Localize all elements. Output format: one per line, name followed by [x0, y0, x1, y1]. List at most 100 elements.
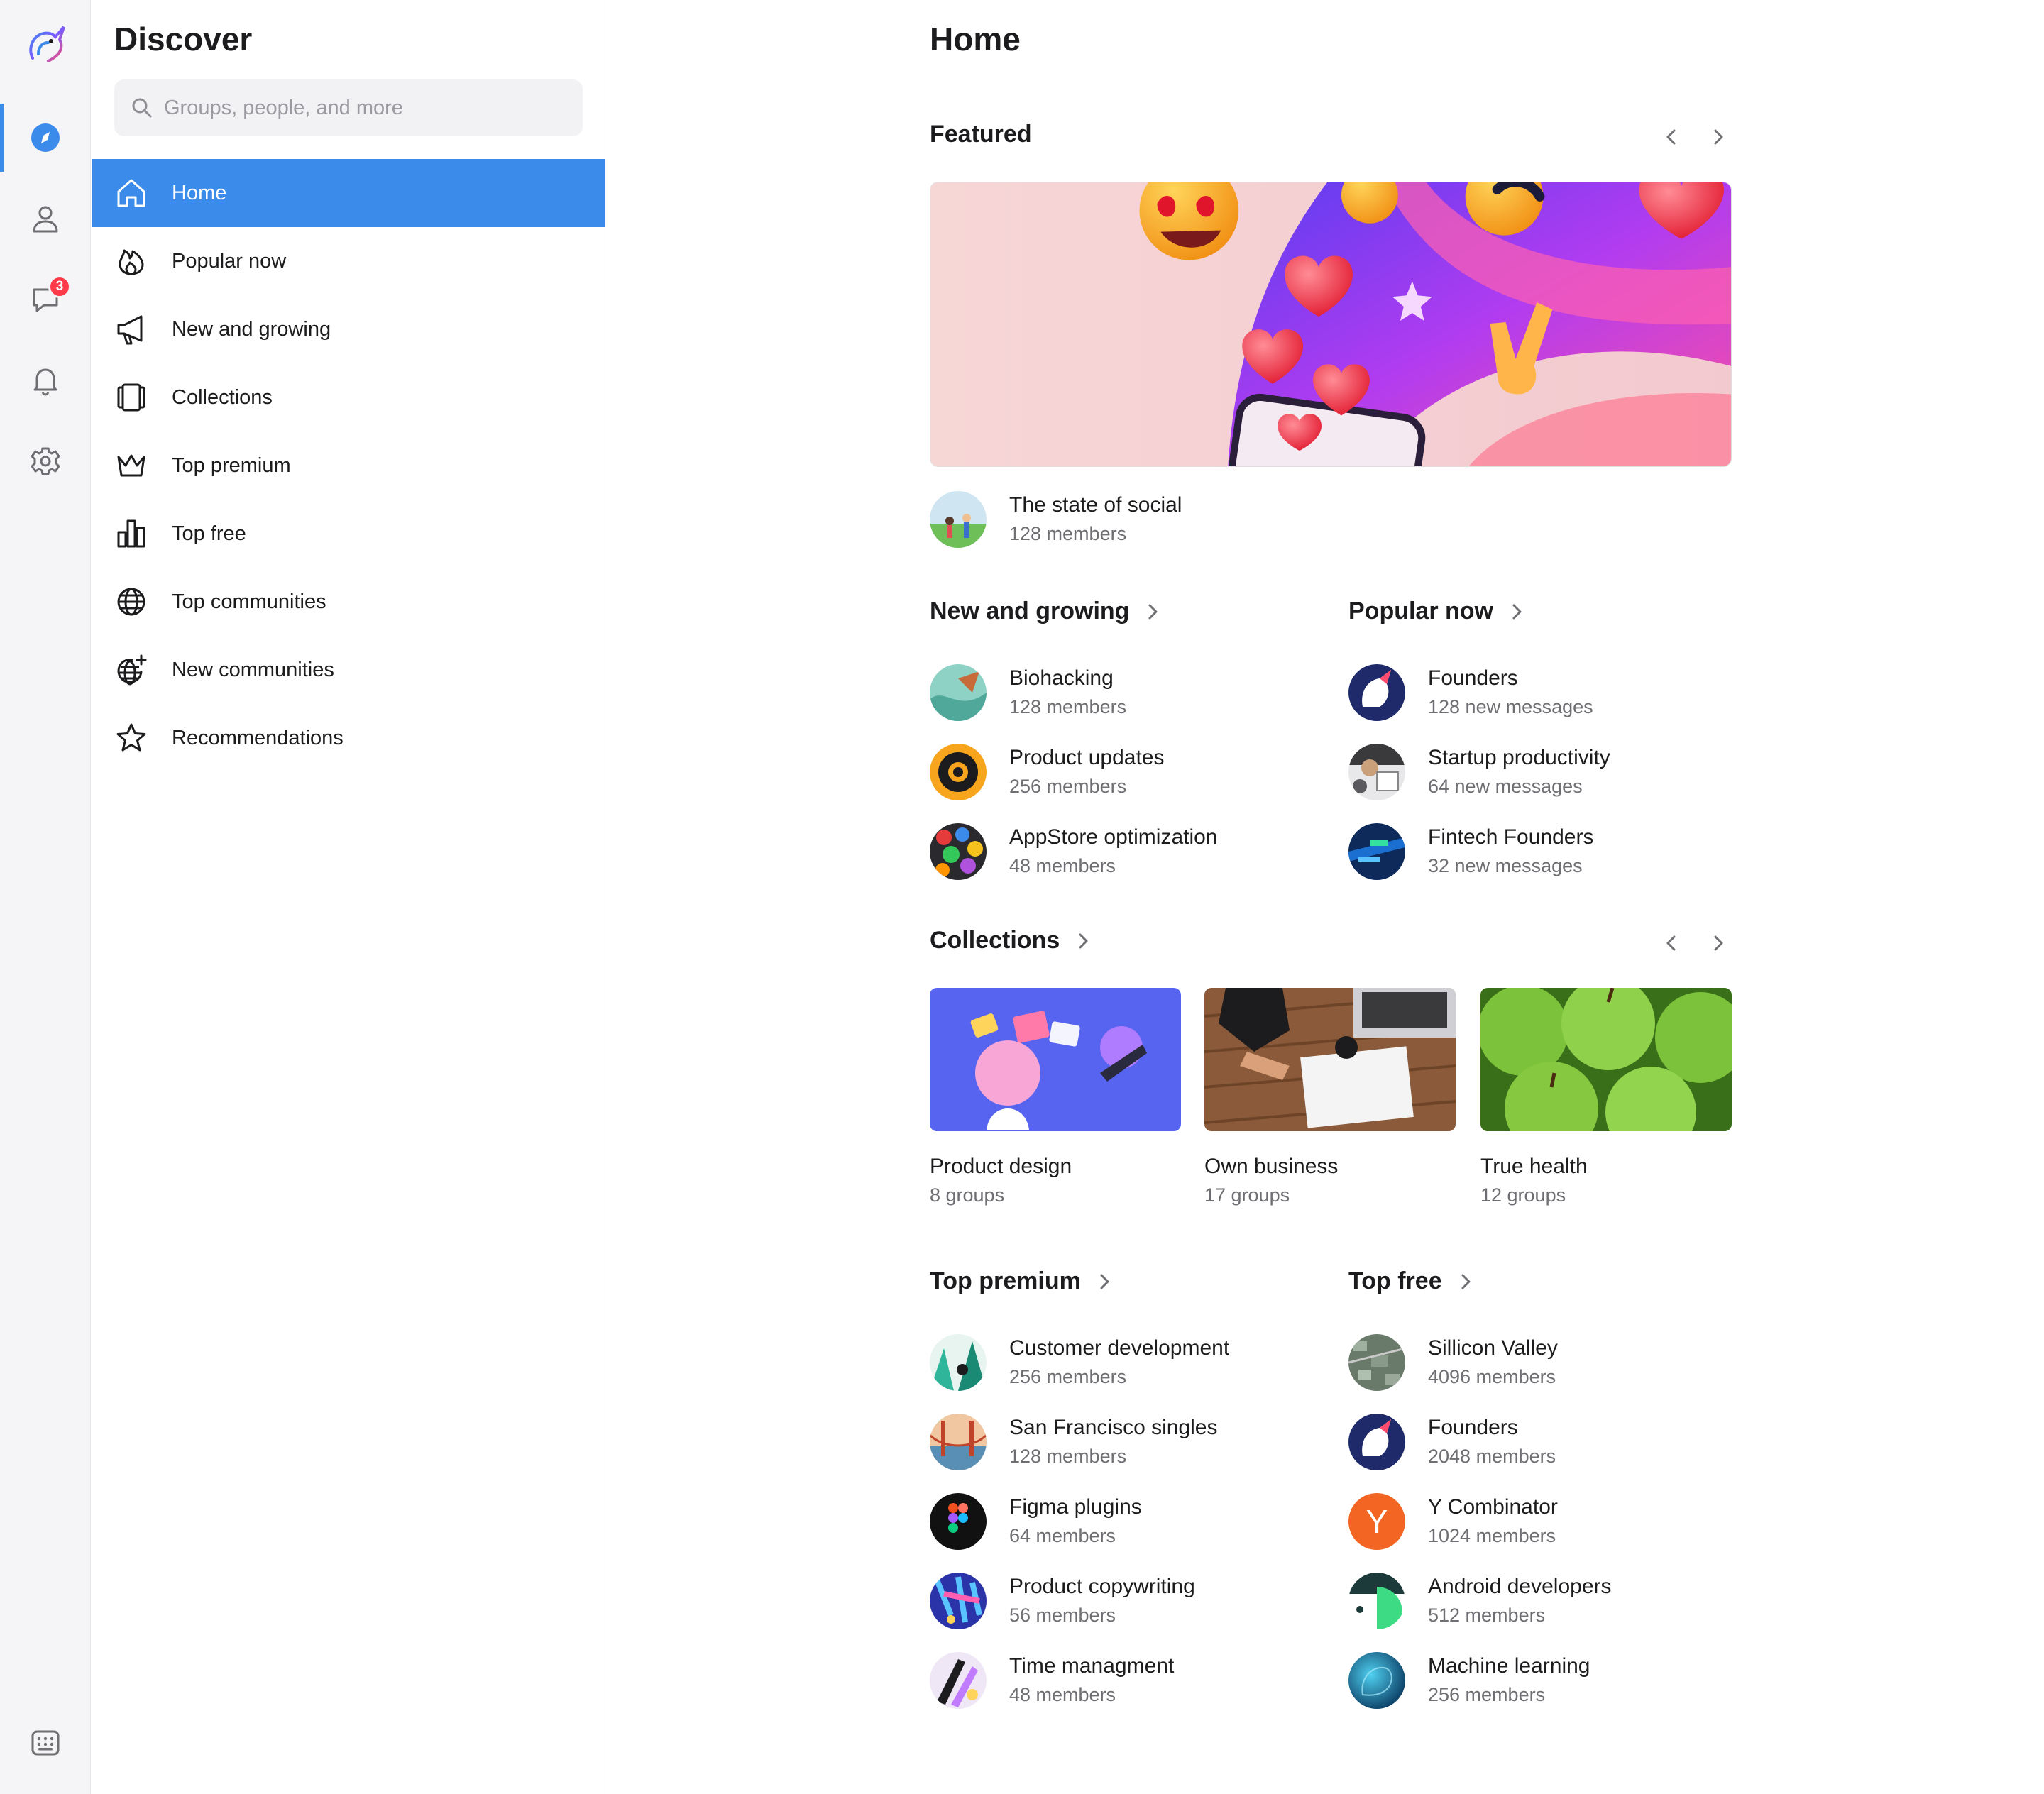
sidebar-item-new-communities[interactable]: New communities	[92, 636, 605, 704]
sidebar-item-label: New and growing	[172, 317, 331, 341]
product-design-thumbnail	[930, 988, 1181, 1131]
sidebar-item-popular-now[interactable]: Popular now	[92, 227, 605, 295]
chevron-right-icon	[1079, 933, 1088, 948]
rail-profile-button[interactable]	[0, 185, 91, 253]
search-input[interactable]	[164, 96, 561, 120]
collections-prev-button[interactable]	[1658, 930, 1685, 957]
sillicon-valley-avatar	[1348, 1334, 1405, 1391]
chevron-right-icon	[1512, 604, 1522, 619]
list-item[interactable]: Y Y Combinator 1024 members	[1348, 1493, 1558, 1550]
list-item-sub: 256 members	[1428, 1684, 1546, 1705]
sidebar-item-top-premium[interactable]: Top premium	[92, 431, 605, 500]
machine-learning-avatar	[1348, 1652, 1405, 1709]
top-free-section-title[interactable]: Top free	[1348, 1267, 1476, 1295]
sidebar-item-top-communities[interactable]: Top communities	[92, 568, 605, 636]
collections-pager	[1658, 930, 1732, 957]
list-item[interactable]: Customer development 256 members	[930, 1334, 1229, 1391]
list-item-sub: 128 members	[1009, 1446, 1127, 1467]
rail-notifications-button[interactable]	[0, 346, 91, 414]
discover-sidebar: Discover Home Popular now New and grow	[92, 0, 605, 1794]
list-item-name: AppStore optimization	[1009, 825, 1218, 849]
rail-settings-button[interactable]	[0, 427, 91, 495]
rail-discover-button[interactable]	[0, 104, 91, 172]
own-business-thumbnail	[1204, 988, 1456, 1131]
list-item-sub: 128 new messages	[1428, 696, 1593, 717]
list-item[interactable]: Product updates 256 members	[930, 744, 1164, 800]
list-item-name: Android developers	[1428, 1575, 1612, 1598]
featured-prev-button[interactable]	[1658, 123, 1685, 150]
collection-card[interactable]: Own business 17 groups	[1204, 988, 1456, 1209]
list-item[interactable]: Product copywriting 56 members	[930, 1573, 1195, 1629]
biohacking-avatar	[930, 664, 987, 721]
list-item[interactable]: Startup productivity 64 new messages	[1348, 744, 1610, 800]
list-item[interactable]: AppStore optimization 48 members	[930, 823, 1218, 880]
bar-chart-icon	[117, 519, 145, 548]
product-updates-avatar	[930, 744, 987, 800]
main-content: Home Featured The state of social 128 me…	[930, 0, 1732, 1794]
sidebar-item-new-and-growing[interactable]: New and growing	[92, 295, 605, 363]
sidebar-item-recommendations[interactable]: Recommendations	[92, 704, 605, 772]
featured-next-button[interactable]	[1705, 123, 1732, 150]
android-developers-avatar	[1348, 1573, 1405, 1629]
list-item-name: Figma plugins	[1009, 1495, 1142, 1519]
list-item[interactable]: Time managment 48 members	[930, 1652, 1174, 1709]
collections-title-text: Collections	[930, 927, 1060, 954]
collection-card[interactable]: True health 12 groups	[1480, 988, 1732, 1209]
chevron-right-icon	[1714, 935, 1723, 951]
unicorn-logo-icon[interactable]	[23, 23, 70, 70]
list-item-name: Fintech Founders	[1428, 825, 1594, 849]
list-item-sub: 4096 members	[1428, 1366, 1556, 1387]
rail-keyboard-button[interactable]	[0, 1709, 91, 1777]
figma-plugins-avatar	[930, 1493, 987, 1550]
featured-banner[interactable]	[930, 182, 1732, 467]
flame-icon	[119, 249, 144, 275]
collection-card-sub: 12 groups	[1480, 1184, 1566, 1206]
list-item[interactable]: Sillicon Valley 4096 members	[1348, 1334, 1558, 1391]
san-francisco-singles-avatar	[930, 1414, 987, 1470]
time-managment-avatar	[930, 1652, 987, 1709]
top-premium-section-title[interactable]: Top premium	[930, 1267, 1115, 1295]
list-item[interactable]: Biohacking 128 members	[930, 664, 1126, 721]
featured-title-text: Featured	[930, 121, 1032, 148]
list-item[interactable]: Fintech Founders 32 new messages	[1348, 823, 1593, 880]
list-item[interactable]: Founders 128 new messages	[1348, 664, 1593, 721]
collection-card-sub: 8 groups	[930, 1184, 1005, 1206]
list-item-sub: 56 members	[1009, 1605, 1116, 1626]
gear-icon	[31, 447, 60, 475]
compass-icon	[31, 123, 60, 152]
list-item[interactable]: Machine learning 256 members	[1348, 1652, 1590, 1709]
new-growing-section-title[interactable]: New and growing	[930, 598, 1163, 625]
collection-card-name: True health	[1480, 1155, 1588, 1178]
list-item[interactable]: Founders 2048 members	[1348, 1414, 1556, 1470]
home-icon	[117, 179, 145, 207]
list-item[interactable]: Figma plugins 64 members	[930, 1493, 1142, 1550]
list-item[interactable]: San Francisco singles 128 members	[930, 1414, 1217, 1470]
sidebar-item-label: Recommendations	[172, 726, 344, 749]
list-item-sub: 512 members	[1428, 1605, 1546, 1626]
sidebar-item-home[interactable]: Home	[92, 159, 605, 227]
search-box[interactable]	[114, 79, 583, 136]
featured-group[interactable]: The state of social 128 members	[930, 491, 1182, 548]
collection-card-name: Product design	[930, 1155, 1072, 1178]
popular-now-section-title[interactable]: Popular now	[1348, 598, 1527, 625]
sidebar-item-collections[interactable]: Collections	[92, 363, 605, 431]
top-free-title-text: Top free	[1348, 1267, 1442, 1294]
collection-card[interactable]: Product design 8 groups	[930, 988, 1181, 1209]
rail-messages-button[interactable]: 3	[0, 265, 91, 334]
sidebar-item-label: Popular now	[172, 249, 287, 273]
new-growing-title-text: New and growing	[930, 598, 1130, 624]
list-item-name: Founders	[1428, 1416, 1518, 1439]
founders-avatar	[1348, 1414, 1405, 1470]
list-item-sub: 48 members	[1009, 855, 1116, 876]
crown-icon	[117, 454, 145, 477]
collections-next-button[interactable]	[1705, 930, 1732, 957]
collections-section-title[interactable]: Collections	[930, 927, 1094, 954]
chevron-right-icon	[1461, 1274, 1471, 1289]
list-item-name: Machine learning	[1428, 1654, 1590, 1678]
state-of-social-avatar	[930, 491, 987, 548]
list-item[interactable]: Android developers 512 members	[1348, 1573, 1612, 1629]
sidebar-item-top-free[interactable]: Top free	[92, 500, 605, 568]
chevron-right-icon	[1714, 129, 1723, 145]
featured-pager	[1658, 123, 1732, 150]
unread-badge: 3	[48, 275, 71, 298]
